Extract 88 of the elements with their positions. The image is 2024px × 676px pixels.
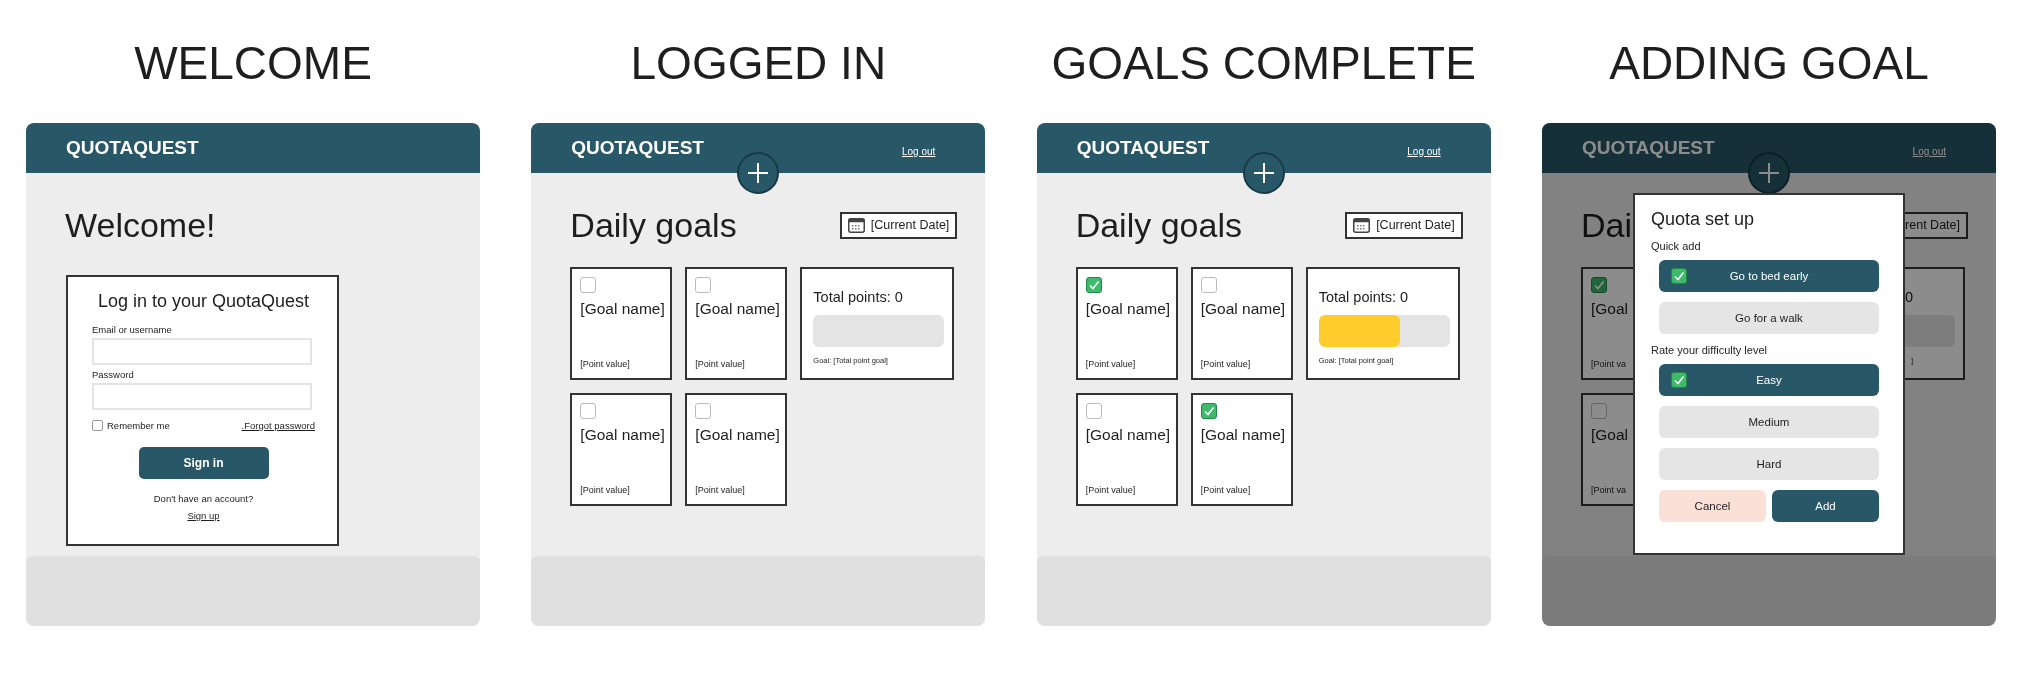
date-button[interactable]: [Current Date] xyxy=(839,211,958,239)
goal-card[interactable]: [Goal name] [Point value] xyxy=(685,393,788,506)
goal-card[interactable]: [Goal name] [Point value] xyxy=(1075,267,1178,380)
page-heading: Daily goals xyxy=(1075,205,1242,246)
goal-name: [Goal name] xyxy=(580,300,663,318)
calendar-icon xyxy=(1353,217,1371,233)
goal-name: [Goal name] xyxy=(1200,426,1283,444)
logout-link[interactable]: Log out xyxy=(1912,145,1946,157)
goal-card[interactable]: [Goal name] [Point value] xyxy=(1190,267,1293,380)
point-value: [Point value] xyxy=(1200,359,1252,369)
point-value: [Point va xyxy=(1591,359,1627,369)
logout-link[interactable]: Log out xyxy=(901,145,936,157)
point-value: [Point value] xyxy=(1085,359,1137,369)
checkbox[interactable] xyxy=(580,277,597,293)
cancel-button[interactable]: Cancel xyxy=(1659,490,1766,522)
remember-label: Remember me xyxy=(107,420,170,431)
point-value: [Point value] xyxy=(695,485,746,495)
calendar-icon xyxy=(847,217,865,233)
checkbox[interactable] xyxy=(1591,277,1607,293)
brand-logo: QUOTAQUEST xyxy=(571,137,704,159)
screen-title: WELCOME xyxy=(134,36,372,91)
date-button[interactable]: [Current Date] xyxy=(1345,211,1463,239)
goal-name: [Goal xyxy=(1591,300,1630,318)
checkbox[interactable] xyxy=(1591,403,1607,419)
goal-card[interactable]: [Goal name] [Point value] xyxy=(1075,393,1178,506)
goal-name: [Goal name] xyxy=(1200,300,1283,318)
point-value: [Point value] xyxy=(580,359,631,369)
total-points: Total points: 0 xyxy=(1318,289,1410,305)
option-button[interactable]: Go for a walk xyxy=(1659,302,1879,334)
signup-prompt: Don't have an account? xyxy=(153,493,254,504)
option-button[interactable]: Go to bed early xyxy=(1659,260,1879,292)
point-value: [Point value] xyxy=(1200,485,1252,495)
checkbox[interactable] xyxy=(1200,277,1217,293)
plus-icon xyxy=(1252,162,1275,184)
dialog-title: Quota set up xyxy=(1651,209,1756,230)
checkbox[interactable] xyxy=(92,420,103,431)
page-heading: Daily goals xyxy=(570,205,737,246)
goal-name: [Goal name] xyxy=(1085,426,1168,444)
brand-logo: QUOTAQUEST xyxy=(1582,137,1715,159)
brand-logo: QUOTAQUEST xyxy=(66,137,199,159)
check-icon xyxy=(1671,268,1687,284)
option-button[interactable]: Medium xyxy=(1659,406,1879,438)
point-value: [Point value] xyxy=(580,485,631,495)
check-icon xyxy=(1671,372,1687,388)
field-label: Email or username xyxy=(92,324,173,335)
checkbox[interactable] xyxy=(695,277,712,293)
add-button[interactable] xyxy=(1242,152,1285,194)
screen-title: LOGGED IN xyxy=(630,36,887,91)
password-field[interactable] xyxy=(92,383,312,410)
section-label: Quick add xyxy=(1651,240,1702,252)
add-button[interactable] xyxy=(1748,152,1790,194)
goal-name: [Goal xyxy=(1591,426,1630,444)
total-points: 0 xyxy=(1904,289,1913,305)
goal-card[interactable]: [Goal name] [Point value] xyxy=(570,393,673,506)
screen-title: GOALS COMPLETE xyxy=(1051,36,1476,91)
point-value: [Point va xyxy=(1591,485,1627,495)
goal-card[interactable]: [Goal name] [Point value] xyxy=(685,267,788,380)
brand-logo: QUOTAQUEST xyxy=(1076,137,1210,159)
checkbox[interactable] xyxy=(1200,403,1217,419)
option-button[interactable]: Hard xyxy=(1659,448,1879,480)
plus-icon xyxy=(1758,162,1780,184)
screen-title: ADDING GOAL xyxy=(1609,36,1929,91)
goal-name: [Goal name] xyxy=(1085,300,1168,318)
goal-card[interactable]: [Goal name] [Point value] xyxy=(1190,393,1293,506)
forgot-password-link[interactable]: .Forgot password xyxy=(241,420,315,431)
checkbox[interactable] xyxy=(580,403,597,419)
checkbox[interactable] xyxy=(695,403,712,419)
login-title: Log in to your QuotaQuest xyxy=(96,291,311,312)
checkbox[interactable] xyxy=(1085,277,1102,293)
goal-name: [Goal name] xyxy=(695,426,778,444)
point-value: [Point value] xyxy=(695,359,746,369)
option-button[interactable]: Easy xyxy=(1659,364,1879,396)
goal-name: [Goal name] xyxy=(580,426,663,444)
sign-in-button[interactable]: Sign in xyxy=(138,447,269,479)
plus-icon xyxy=(747,162,770,184)
page-heading: Dai xyxy=(1581,205,1632,246)
field-label: Password xyxy=(92,369,135,380)
sign-up-link[interactable]: Sign up xyxy=(187,510,220,521)
checkbox[interactable] xyxy=(1085,403,1102,419)
total-points: Total points: 0 xyxy=(813,289,904,305)
point-value: [Point value] xyxy=(1085,485,1137,495)
add-button[interactable] xyxy=(737,152,780,194)
goal-name: [Goal name] xyxy=(695,300,778,318)
email-field[interactable] xyxy=(92,338,312,365)
logout-link[interactable]: Log out xyxy=(1407,145,1441,157)
add-confirm-button[interactable]: Add xyxy=(1772,490,1879,522)
page-heading: Welcome! xyxy=(65,205,217,246)
goal-card[interactable]: [Goal name] [Point value] xyxy=(570,267,673,380)
